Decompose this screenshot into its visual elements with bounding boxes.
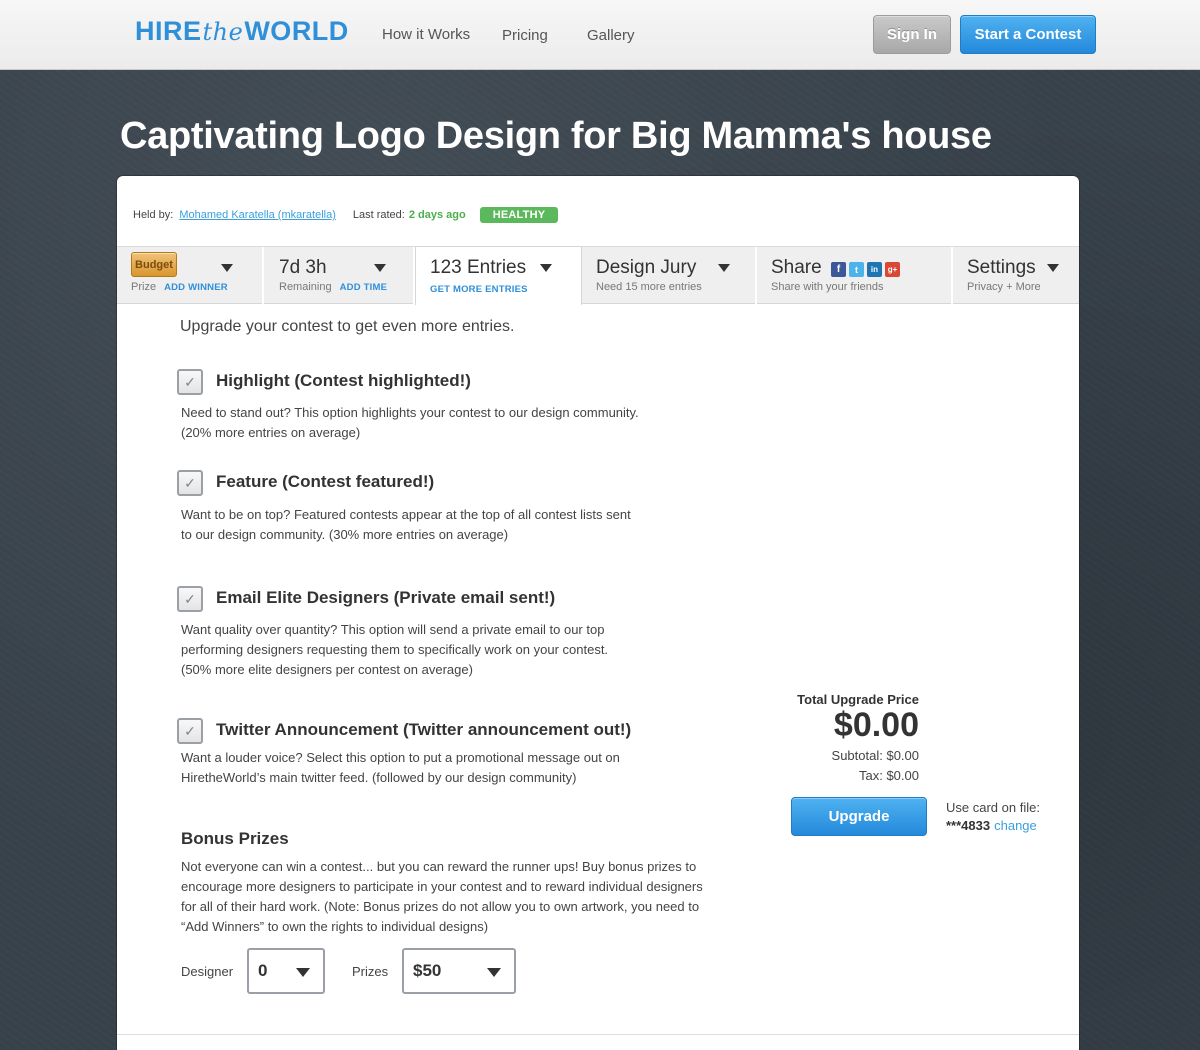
logo-hire: HIRE xyxy=(135,16,202,46)
top-nav-bar: HIRE the WORLD How it Works Pricing Gall… xyxy=(0,0,1200,70)
add-time-link[interactable]: ADD TIME xyxy=(340,282,388,293)
option-description: Want a louder voice? Select this option … xyxy=(181,748,681,788)
hiretheworld-logo[interactable]: HIRE the WORLD xyxy=(135,16,349,52)
contest-tabs: Budget Prize ADD WINNER 7d 3h Remaining AD… xyxy=(117,246,1079,305)
upgrade-button[interactable]: Upgrade xyxy=(791,797,927,836)
total-price-label: Total Upgrade Price xyxy=(797,692,919,707)
tab-share-sub: Share with your friends xyxy=(771,281,884,293)
option-desc-line: Need to stand out? This option highlight… xyxy=(181,405,639,420)
total-price-value: $0.00 xyxy=(833,706,919,744)
contest-meta: Held by: Mohamed Karatella (mkaratella) … xyxy=(133,207,559,223)
tab-jury-value: Design Jury xyxy=(596,257,697,278)
designer-select-value: 0 xyxy=(258,961,268,980)
option-desc-line: Want to be on top? Featured contests app… xyxy=(181,507,631,522)
logo-world: WORLD xyxy=(244,16,349,46)
nav-gallery[interactable]: Gallery xyxy=(587,27,635,44)
highlight-checkbox[interactable]: ✓ xyxy=(177,369,203,395)
get-more-entries-link[interactable]: GET MORE ENTRIES xyxy=(430,284,528,295)
card-on-file: Use card on file: ***4833 change xyxy=(946,799,1040,835)
sign-in-button[interactable]: Sign In xyxy=(873,15,951,54)
chevron-down-icon[interactable] xyxy=(374,264,386,272)
option-desc-line: Want a louder voice? Select this option … xyxy=(181,750,620,765)
status-badge: HEALTHY xyxy=(479,207,559,223)
bonus-prizes-title: Bonus Prizes xyxy=(181,829,289,848)
bonus-desc-line: for all of their hard work. (Note: Bonus… xyxy=(181,899,700,914)
tab-share-label: Share xyxy=(771,257,822,278)
held-by-label: Held by: xyxy=(133,209,174,221)
chevron-down-icon[interactable] xyxy=(1047,264,1059,272)
linkedin-icon[interactable]: in xyxy=(866,262,882,277)
contest-card: Held by: Mohamed Karatella (mkaratella) … xyxy=(117,176,1079,1050)
bonus-prizes-description: Not everyone can win a contest... but yo… xyxy=(181,857,749,937)
chevron-down-icon[interactable] xyxy=(718,264,730,272)
tab-settings-value: Settings xyxy=(967,257,1036,278)
email-elite-checkbox[interactable]: ✓ xyxy=(177,586,203,612)
facebook-icon[interactable]: f xyxy=(830,262,846,277)
tab-entries-sub: GET MORE ENTRIES xyxy=(430,283,528,295)
option-desc-line: (50% more elite designers per contest on… xyxy=(181,662,473,677)
upgrade-intro: Upgrade your contest to get even more en… xyxy=(180,318,515,335)
option-title: Twitter Announcement (Twitter announceme… xyxy=(216,720,632,739)
tab-entries-value: 123 Entries xyxy=(430,257,527,278)
tab-budget[interactable]: Budget Prize ADD WINNER xyxy=(117,247,264,304)
start-contest-button[interactable]: Start a Contest xyxy=(960,15,1096,54)
card-on-file-label: Use card on file: xyxy=(946,800,1040,815)
logo-the: the xyxy=(202,18,244,46)
option-description: Want to be on top? Featured contests app… xyxy=(181,505,681,545)
tax: Tax: $0.00 xyxy=(859,768,919,783)
tab-entries[interactable]: 123 Entries GET MORE ENTRIES xyxy=(415,246,582,305)
twitter-checkbox[interactable]: ✓ xyxy=(177,718,203,744)
tab-time-sub: Remaining ADD TIME xyxy=(279,281,387,293)
twitter-icon[interactable]: t xyxy=(848,262,864,277)
nav-pricing[interactable]: Pricing xyxy=(502,27,548,44)
tab-budget-sub: Prize ADD WINNER xyxy=(131,281,228,293)
chevron-down-icon xyxy=(487,968,501,977)
option-description: Want quality over quantity? This option … xyxy=(181,620,681,680)
tab-jury-sub: Need 15 more entries xyxy=(596,281,702,293)
card-number: ***4833 xyxy=(946,818,991,833)
change-card-link[interactable]: change xyxy=(994,818,1037,833)
budget-badge: Budget xyxy=(131,252,177,277)
tab-design-jury[interactable]: Design Jury Need 15 more entries xyxy=(582,247,757,304)
chevron-down-icon[interactable] xyxy=(540,264,552,272)
feature-checkbox[interactable]: ✓ xyxy=(177,470,203,496)
option-title: Feature (Contest featured!) xyxy=(216,472,435,491)
holder-link[interactable]: Mohamed Karatella (mkaratella) xyxy=(179,209,336,221)
bonus-desc-line: “Add Winners” to own the rights to indiv… xyxy=(181,919,489,934)
tab-settings-sub: Privacy + More xyxy=(967,281,1041,293)
subtotal: Subtotal: $0.00 xyxy=(831,748,919,763)
option-desc-line: Want quality over quantity? This option … xyxy=(181,622,605,637)
tab-share-row: Share f t in g+ xyxy=(771,257,900,279)
page-title: Captivating Logo Design for Big Mamma's … xyxy=(120,115,992,157)
tab-budget-label: Prize xyxy=(131,281,157,293)
tab-settings[interactable]: Settings Privacy + More xyxy=(953,247,1079,304)
add-winner-link[interactable]: ADD WINNER xyxy=(164,282,228,293)
social-icons: f t in g+ xyxy=(830,262,900,277)
tab-time-value: 7d 3h xyxy=(279,257,327,278)
designer-label: Designer xyxy=(181,964,234,979)
prizes-label: Prizes xyxy=(352,964,389,979)
option-desc-line: performing designers requesting them to … xyxy=(181,642,609,657)
tab-time-label: Remaining xyxy=(279,281,332,293)
prizes-select-value: $50 xyxy=(413,961,442,980)
option-desc-line: HiretheWorld’s main twitter feed. (follo… xyxy=(181,770,577,785)
option-title: Highlight (Contest highlighted!) xyxy=(216,371,471,390)
google-plus-icon[interactable]: g+ xyxy=(884,262,900,277)
bonus-desc-line: encourage more designers to participate … xyxy=(181,879,703,894)
option-desc-line: (20% more entries on average) xyxy=(181,425,361,440)
option-desc-line: to our design community. (30% more entri… xyxy=(181,527,509,542)
designer-select[interactable]: 0 xyxy=(247,948,325,994)
tab-share[interactable]: Share f t in g+ Share with your friends xyxy=(757,247,953,304)
tab-time[interactable]: 7d 3h Remaining ADD TIME xyxy=(265,247,415,304)
bonus-desc-line: Not everyone can win a contest... but yo… xyxy=(181,859,697,874)
prizes-select[interactable]: $50 xyxy=(402,948,516,994)
nav-how-it-works[interactable]: How it Works xyxy=(382,26,470,43)
chevron-down-icon xyxy=(296,968,310,977)
last-rated-label: Last rated: xyxy=(352,209,405,221)
option-description: Need to stand out? This option highlight… xyxy=(181,403,681,443)
last-rated-value: 2 days ago xyxy=(408,209,466,221)
chevron-down-icon[interactable] xyxy=(221,264,233,272)
card-divider xyxy=(117,1034,1079,1035)
option-title: Email Elite Designers (Private email sen… xyxy=(216,588,556,607)
